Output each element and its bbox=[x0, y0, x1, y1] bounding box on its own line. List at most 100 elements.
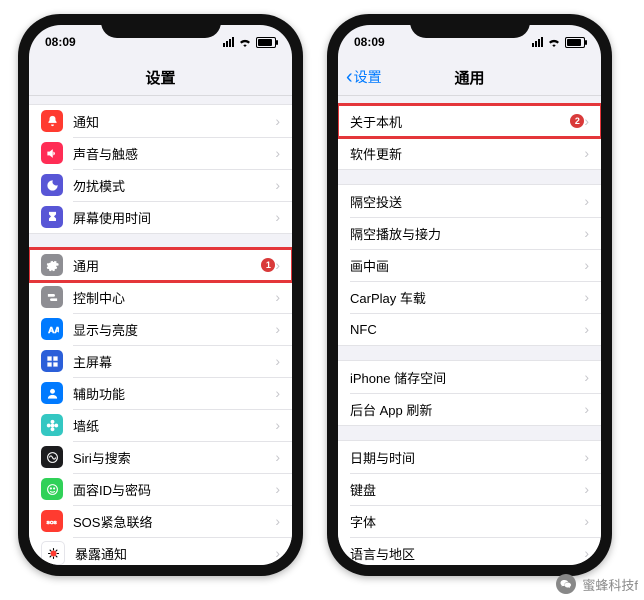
row-about[interactable]: 关于本机2› bbox=[338, 105, 601, 137]
row-controlcenter[interactable]: 控制中心› bbox=[29, 281, 292, 313]
moon-icon bbox=[41, 174, 63, 196]
row-label: 控制中心 bbox=[73, 288, 275, 307]
row-label: Siri与搜索 bbox=[73, 448, 275, 467]
row-label: 日期与时间 bbox=[350, 448, 584, 467]
chevron-right-icon: › bbox=[584, 145, 589, 161]
back-label: 设置 bbox=[354, 67, 382, 87]
chevron-right-icon: › bbox=[584, 545, 589, 561]
row-carplay[interactable]: CarPlay 车载› bbox=[338, 281, 601, 313]
row-keyboard[interactable]: 键盘› bbox=[338, 473, 601, 505]
row-label: 通用 bbox=[73, 256, 255, 275]
chevron-right-icon: › bbox=[275, 353, 280, 369]
screen: 08:09 ‹ 设置 通用 关于本机2›软件更新›隔空投送›隔空播放与接力›画中… bbox=[338, 25, 601, 565]
row-siri[interactable]: Siri与搜索› bbox=[29, 441, 292, 473]
row-accessibility[interactable]: 辅助功能› bbox=[29, 377, 292, 409]
row-label: 勿扰模式 bbox=[73, 176, 275, 195]
row-storage[interactable]: iPhone 储存空间› bbox=[338, 361, 601, 393]
settings-list[interactable]: 通知›声音与触感›勿扰模式›屏幕使用时间›通用1›控制中心›AA显示与亮度›主屏… bbox=[29, 96, 292, 565]
row-label: 面容ID与密码 bbox=[73, 480, 275, 499]
chevron-right-icon: › bbox=[275, 209, 280, 225]
speaker-icon bbox=[41, 142, 63, 164]
row-label: 暴露通知 bbox=[75, 544, 275, 563]
chevron-right-icon: › bbox=[275, 321, 280, 337]
row-airdrop[interactable]: 隔空投送› bbox=[338, 185, 601, 217]
row-label: 辅助功能 bbox=[73, 384, 275, 403]
phone-pair: 08:09 设置 通知›声音与触感›勿扰模式›屏幕使用时间›通用1›控制中心›A… bbox=[0, 0, 644, 576]
gear-icon bbox=[41, 254, 63, 276]
sos-icon: SOS bbox=[41, 510, 63, 532]
phone-left: 08:09 设置 通知›声音与触感›勿扰模式›屏幕使用时间›通用1›控制中心›A… bbox=[18, 14, 303, 576]
chevron-right-icon: › bbox=[275, 257, 280, 273]
row-notifications[interactable]: 通知› bbox=[29, 105, 292, 137]
siri-icon bbox=[41, 446, 63, 468]
battery-icon bbox=[256, 37, 276, 48]
screen: 08:09 设置 通知›声音与触感›勿扰模式›屏幕使用时间›通用1›控制中心›A… bbox=[29, 25, 292, 565]
chevron-right-icon: › bbox=[275, 177, 280, 193]
chevron-right-icon: › bbox=[584, 257, 589, 273]
row-label: NFC bbox=[350, 322, 584, 337]
row-airplay[interactable]: 隔空播放与接力› bbox=[338, 217, 601, 249]
row-general[interactable]: 通用1› bbox=[29, 249, 292, 281]
row-sos[interactable]: SOSSOS紧急联络› bbox=[29, 505, 292, 537]
row-exposure[interactable]: 暴露通知› bbox=[29, 537, 292, 565]
row-label: 屏幕使用时间 bbox=[73, 208, 275, 227]
chevron-right-icon: › bbox=[584, 289, 589, 305]
row-nfc[interactable]: NFC› bbox=[338, 313, 601, 345]
general-list[interactable]: 关于本机2›软件更新›隔空投送›隔空播放与接力›画中画›CarPlay 车载›N… bbox=[338, 96, 601, 565]
signal-icon bbox=[223, 37, 234, 47]
chevron-right-icon: › bbox=[584, 321, 589, 337]
battery-icon bbox=[565, 37, 585, 48]
row-label: 墙纸 bbox=[73, 416, 275, 435]
chevron-right-icon: › bbox=[275, 417, 280, 433]
row-lang[interactable]: 语言与地区› bbox=[338, 537, 601, 565]
chevron-left-icon: ‹ bbox=[346, 67, 353, 87]
row-label: CarPlay 车载 bbox=[350, 288, 584, 307]
chevron-right-icon: › bbox=[584, 401, 589, 417]
chevron-right-icon: › bbox=[275, 385, 280, 401]
chevron-right-icon: › bbox=[584, 369, 589, 385]
chevron-right-icon: › bbox=[275, 449, 280, 465]
phone-right: 08:09 ‹ 设置 通用 关于本机2›软件更新›隔空投送›隔空播放与接力›画中… bbox=[327, 14, 612, 576]
row-faceid[interactable]: 面容ID与密码› bbox=[29, 473, 292, 505]
row-label: 画中画 bbox=[350, 256, 584, 275]
chevron-right-icon: › bbox=[275, 289, 280, 305]
row-pip[interactable]: 画中画› bbox=[338, 249, 601, 281]
chevron-right-icon: › bbox=[584, 193, 589, 209]
row-fonts[interactable]: 字体› bbox=[338, 505, 601, 537]
svg-text:AA: AA bbox=[48, 324, 59, 334]
text-icon: AA bbox=[41, 318, 63, 340]
page-title: 通用 bbox=[454, 67, 484, 88]
row-homescreen[interactable]: 主屏幕› bbox=[29, 345, 292, 377]
watermark-text: 蜜蜂科技f bbox=[582, 575, 638, 594]
chevron-right-icon: › bbox=[584, 225, 589, 241]
chevron-right-icon: › bbox=[584, 449, 589, 465]
row-update[interactable]: 软件更新› bbox=[338, 137, 601, 169]
face-icon bbox=[41, 478, 63, 500]
grid-icon bbox=[41, 350, 63, 372]
navbar: 设置 bbox=[29, 59, 292, 96]
back-button[interactable]: ‹ 设置 bbox=[346, 67, 382, 87]
row-datetime[interactable]: 日期与时间› bbox=[338, 441, 601, 473]
row-dnd[interactable]: 勿扰模式› bbox=[29, 169, 292, 201]
row-label: 软件更新 bbox=[350, 144, 584, 163]
row-label: 显示与亮度 bbox=[73, 320, 275, 339]
row-label: 隔空播放与接力 bbox=[350, 224, 584, 243]
svg-text:SOS: SOS bbox=[46, 520, 57, 526]
chevron-right-icon: › bbox=[275, 113, 280, 129]
notch bbox=[410, 14, 530, 38]
row-bgapp[interactable]: 后台 App 刷新› bbox=[338, 393, 601, 425]
row-label: 通知 bbox=[73, 112, 275, 131]
row-wallpaper[interactable]: 墙纸› bbox=[29, 409, 292, 441]
row-label: 语言与地区 bbox=[350, 544, 584, 563]
chevron-right-icon: › bbox=[584, 113, 589, 129]
chevron-right-icon: › bbox=[584, 513, 589, 529]
page-title: 设置 bbox=[145, 67, 175, 88]
row-label: 键盘 bbox=[350, 480, 584, 499]
row-display[interactable]: AA 显示与亮度› bbox=[29, 313, 292, 345]
bell-icon bbox=[41, 110, 63, 132]
row-label: 主屏幕 bbox=[73, 352, 275, 371]
row-sounds[interactable]: 声音与触感› bbox=[29, 137, 292, 169]
notch bbox=[101, 14, 221, 38]
flower-icon bbox=[41, 414, 63, 436]
row-screentime[interactable]: 屏幕使用时间› bbox=[29, 201, 292, 233]
